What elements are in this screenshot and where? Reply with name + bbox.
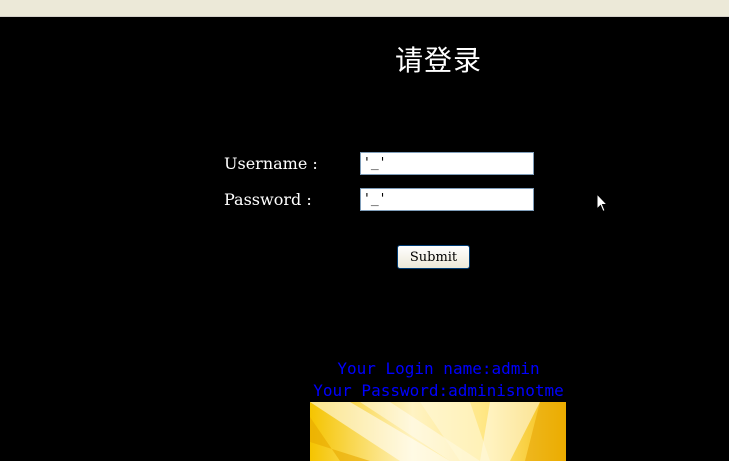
password-result: Your Password:adminisnotme bbox=[313, 381, 564, 400]
page-title: 请登录 bbox=[394, 44, 482, 77]
password-label: Password : bbox=[224, 190, 312, 209]
submit-button[interactable]: Submit bbox=[397, 245, 470, 269]
username-label: Username : bbox=[224, 154, 318, 173]
decorative-banner-image bbox=[310, 402, 566, 461]
login-name-result: Your Login name:admin bbox=[337, 359, 540, 378]
password-input[interactable] bbox=[360, 188, 534, 211]
login-page: 请登录 Username : Password : Submit Your Lo… bbox=[0, 17, 729, 461]
username-input[interactable] bbox=[360, 152, 534, 175]
browser-toolbar-strip bbox=[0, 0, 729, 17]
mouse-pointer-icon bbox=[596, 192, 609, 213]
